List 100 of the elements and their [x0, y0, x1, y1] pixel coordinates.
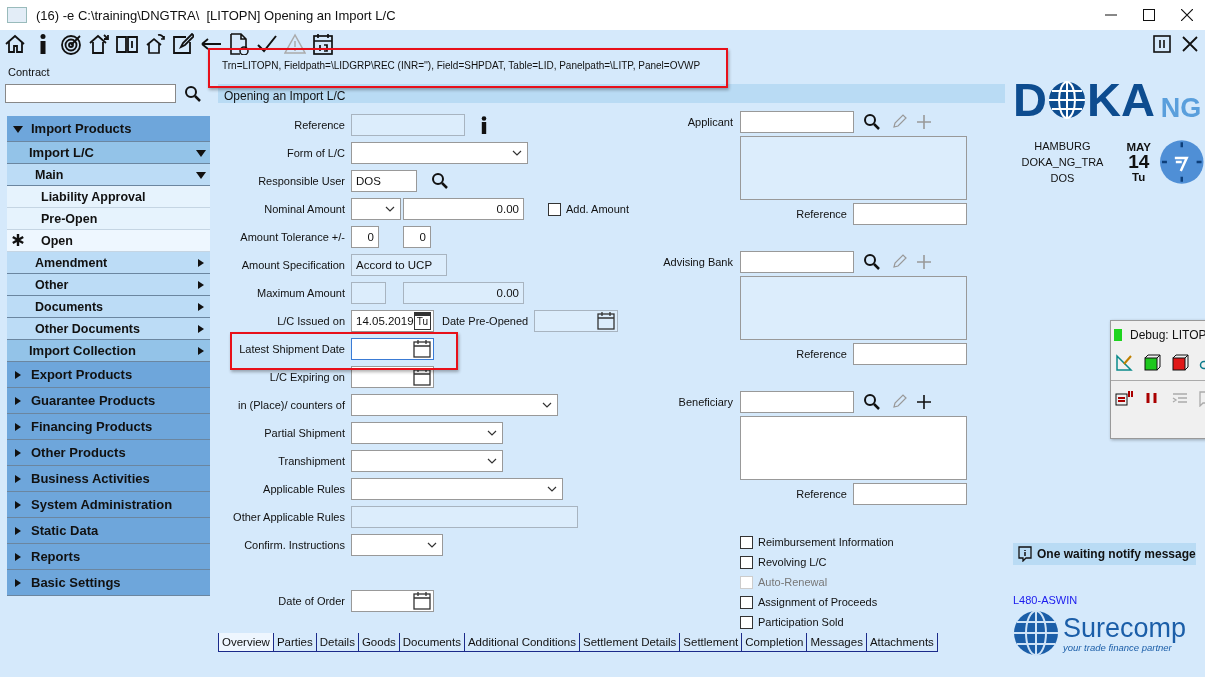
chevron-icon[interactable]	[542, 402, 552, 408]
cube-icon[interactable]	[1143, 354, 1161, 372]
nav-item[interactable]: Pre-Open	[7, 208, 210, 230]
caret-icon[interactable]	[196, 345, 206, 356]
nav-item[interactable]: Static Data	[7, 518, 210, 544]
nav-item[interactable]: Financing Products	[7, 414, 210, 440]
search-icon[interactable]	[863, 113, 881, 131]
calendar-icon[interactable]	[312, 33, 334, 55]
ruler-icon[interactable]	[1115, 354, 1133, 372]
nav-item[interactable]: Other Products	[7, 440, 210, 466]
nav-item[interactable]: Amendment	[7, 252, 210, 274]
chevron-icon[interactable]	[427, 542, 437, 548]
caret-icon[interactable]	[13, 395, 23, 406]
date-field[interactable]: 14.05.2019 Tu	[351, 310, 434, 332]
caret-icon[interactable]	[196, 323, 206, 334]
caret-icon[interactable]	[196, 147, 206, 158]
book-icon[interactable]	[116, 33, 138, 55]
tab[interactable]: Completion	[741, 633, 807, 651]
amount-field[interactable]: 0.00	[403, 198, 524, 220]
caret-icon[interactable]	[13, 421, 23, 432]
caret-icon[interactable]	[196, 257, 206, 268]
tab[interactable]: Attachments	[865, 633, 938, 651]
panel-icon[interactable]	[1153, 35, 1171, 53]
caret-icon[interactable]	[13, 577, 23, 588]
house-arrow-icon[interactable]	[88, 33, 110, 55]
plus-icon[interactable]	[917, 395, 931, 409]
search-icon[interactable]	[431, 172, 449, 190]
date-field[interactable]	[351, 366, 434, 388]
info-icon[interactable]	[479, 116, 489, 134]
chevron-icon[interactable]	[487, 458, 497, 464]
warning-icon[interactable]	[284, 33, 306, 55]
text-field[interactable]	[853, 483, 967, 505]
checkbox[interactable]	[740, 595, 753, 609]
caret-icon[interactable]	[13, 473, 23, 484]
text-field[interactable]	[853, 343, 967, 365]
nav-item[interactable]: Basic Settings	[7, 570, 210, 596]
caret-icon[interactable]	[13, 499, 23, 510]
tab[interactable]: Details	[315, 633, 358, 651]
nav-item[interactable]: Import Collection	[7, 340, 210, 362]
tab[interactable]: Messages	[806, 633, 866, 651]
tab[interactable]: Goods	[357, 633, 399, 651]
check-icon[interactable]	[256, 33, 278, 55]
document-check-icon[interactable]	[228, 33, 250, 55]
caret-icon[interactable]	[13, 123, 23, 134]
chevron-icon[interactable]	[547, 486, 557, 492]
nav-item[interactable]: Other Documents	[7, 318, 210, 340]
caret-icon[interactable]	[13, 525, 23, 536]
tab[interactable]: Overview	[218, 633, 273, 651]
checkbox[interactable]	[740, 535, 753, 549]
target-icon[interactable]	[60, 33, 82, 55]
close-icon[interactable]	[1181, 9, 1193, 21]
nav-item[interactable]: Main	[7, 164, 210, 186]
maximize-icon[interactable]	[1143, 9, 1155, 21]
address-field[interactable]	[740, 416, 967, 480]
search-icon[interactable]	[863, 253, 881, 271]
date-field[interactable]	[351, 590, 434, 612]
checkbox[interactable]	[548, 202, 561, 216]
calendar-icon[interactable]: Tu	[414, 312, 431, 330]
caret-icon[interactable]	[196, 169, 206, 180]
tab[interactable]: Settlement Details	[579, 633, 680, 651]
calendar-icon[interactable]	[413, 592, 431, 610]
nav-item[interactable]: Reports	[7, 544, 210, 570]
chevron-icon[interactable]	[487, 430, 497, 436]
nav-item[interactable]: Import L/C	[7, 142, 210, 164]
nav-item[interactable]: Export Products	[7, 362, 210, 388]
nav-item[interactable]: Liability Approval	[7, 186, 210, 208]
search-icon[interactable]	[184, 84, 202, 103]
caret-icon[interactable]	[196, 279, 206, 290]
tab[interactable]: Settlement	[679, 633, 742, 651]
list-icon[interactable]	[1115, 389, 1133, 407]
number-field[interactable]: 0	[403, 226, 431, 248]
house-sync-icon[interactable]	[144, 33, 166, 55]
nav-item[interactable]: Guarantee Products	[7, 388, 210, 414]
notify-message[interactable]: One waiting notify message	[1013, 543, 1196, 565]
calendar-icon[interactable]	[413, 368, 431, 386]
nav-item[interactable]: Open	[7, 230, 210, 252]
caret-icon[interactable]	[13, 447, 23, 458]
tab[interactable]: Additional Conditions	[463, 633, 579, 651]
nav-item[interactable]: Import Products	[7, 116, 210, 142]
chevron-icon[interactable]	[512, 150, 522, 156]
calendar-icon[interactable]	[413, 340, 431, 358]
text-field[interactable]	[853, 203, 967, 225]
caret-icon[interactable]	[13, 369, 23, 380]
date-field[interactable]	[351, 338, 434, 360]
text-field[interactable]	[740, 111, 854, 133]
close-icon[interactable]	[1181, 35, 1199, 53]
checkbox[interactable]	[740, 555, 753, 569]
caret-icon[interactable]	[13, 551, 23, 562]
nav-item[interactable]: System Administration	[7, 492, 210, 518]
checkbox[interactable]	[740, 615, 753, 629]
home-icon[interactable]	[4, 33, 26, 55]
caret-icon[interactable]	[196, 301, 206, 312]
nav-item[interactable]: Other	[7, 274, 210, 296]
edit-icon[interactable]	[172, 33, 194, 55]
nav-item[interactable]: Documents	[7, 296, 210, 318]
number-field[interactable]: 0	[351, 226, 379, 248]
text-field[interactable]	[740, 391, 854, 413]
chevron-icon[interactable]	[385, 206, 395, 212]
cube-icon[interactable]	[1171, 354, 1189, 372]
nav-item[interactable]: Business Activities	[7, 466, 210, 492]
